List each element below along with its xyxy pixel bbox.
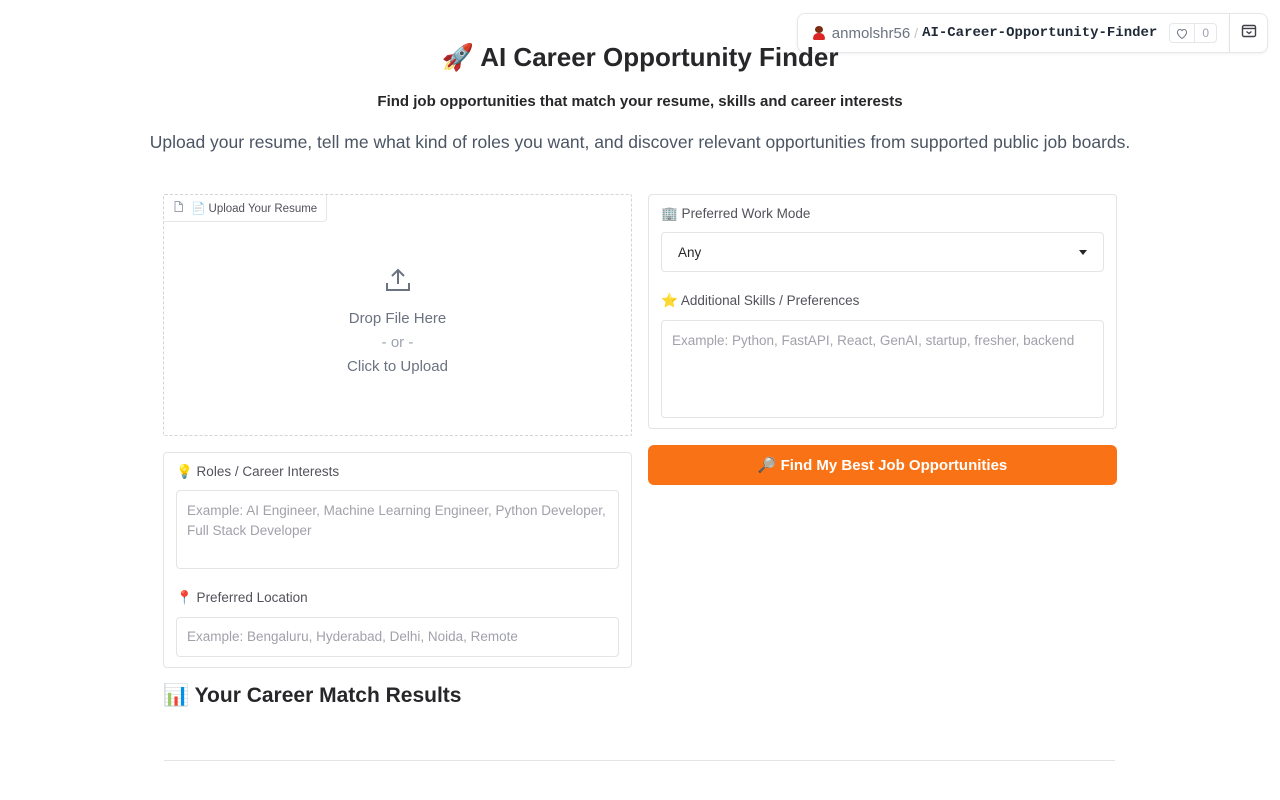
file-icon: [174, 201, 183, 215]
click-to-upload-text[interactable]: Click to Upload: [164, 355, 631, 379]
work-mode-skills-panel: 🏢 Preferred Work Mode Any ⭐ Additional S…: [648, 194, 1117, 429]
results-heading: 📊 Your Career Match Results: [163, 684, 462, 707]
subtitle-plain: Find job opportunities that match: [377, 93, 620, 110]
drop-file-text: Drop File Here: [348, 310, 447, 327]
or-text: - or -: [381, 334, 414, 351]
location-input[interactable]: Example: Bengaluru, Hyderabad, Delhi, No…: [176, 617, 619, 657]
upload-prompt[interactable]: Drop File Here - or - Click to Upload: [164, 267, 631, 379]
location-label: 📍 Preferred Location: [176, 590, 308, 605]
collapse-icon: [1241, 23, 1257, 44]
results-divider: [164, 760, 1115, 761]
subtitle-bold: your resume, skills and career interests: [619, 93, 903, 110]
upload-icon: [385, 267, 411, 301]
work-mode-label: 🏢 Preferred Work Mode: [661, 206, 811, 221]
rocket-icon: 🚀: [441, 43, 474, 73]
page-title-text: AI Career Opportunity Finder: [480, 42, 839, 72]
roles-input[interactable]: Example: AI Engineer, Machine Learning E…: [176, 490, 619, 569]
work-mode-value: Any: [678, 244, 702, 260]
heart-icon: [1170, 24, 1196, 42]
skills-label: ⭐ Additional Skills / Preferences: [661, 293, 860, 308]
intro-text: Upload your resume, tell me what kind of…: [149, 132, 1131, 152]
roles-label: 💡 Roles / Career Interests: [176, 464, 340, 479]
like-button[interactable]: 0: [1169, 23, 1217, 43]
find-opportunities-button[interactable]: 🔎 Find My Best Job Opportunities: [648, 445, 1117, 485]
user-avatar[interactable]: [812, 26, 826, 40]
work-mode-select[interactable]: Any: [661, 232, 1104, 272]
upload-label-text: 📄 Upload Your Resume: [191, 203, 318, 215]
upload-label: 📄 Upload Your Resume: [164, 195, 328, 222]
skills-input[interactable]: Example: Python, FastAPI, React, GenAI, …: [661, 320, 1104, 418]
roles-location-panel: 💡 Roles / Career Interests Example: AI E…: [163, 452, 632, 668]
space-name-link[interactable]: AI-Career-Opportunity-Finder: [922, 25, 1157, 41]
space-owner-link[interactable]: anmolshr56: [832, 25, 910, 42]
like-count: 0: [1202, 26, 1209, 40]
chevron-down-icon: [1079, 249, 1087, 255]
resume-upload-dropzone[interactable]: 📄 Upload Your Resume Drop File Here - or…: [163, 194, 632, 436]
page-subtitle: Find job opportunities that match your r…: [0, 93, 1280, 110]
page-title: 🚀 AI Career Opportunity Finder: [0, 42, 1280, 73]
breadcrumb-separator: /: [914, 25, 919, 41]
